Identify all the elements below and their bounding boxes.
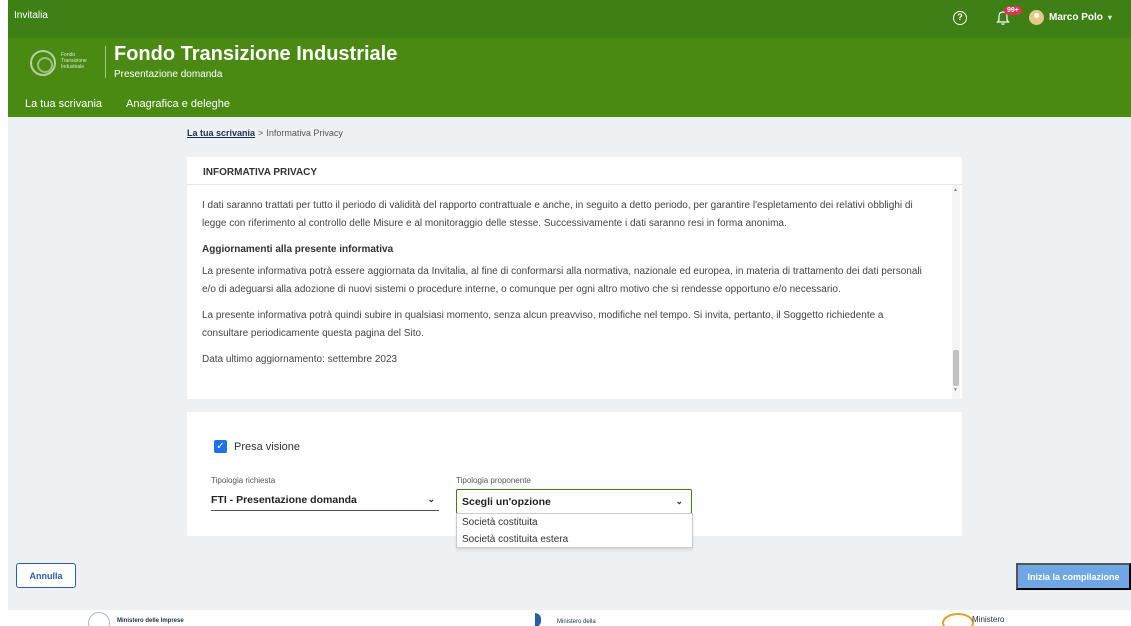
help-icon[interactable]: ? — [953, 11, 967, 25]
privacy-scroll-area[interactable]: I dati saranno trattati per tutto il per… — [187, 185, 962, 399]
main-nav: La tua scrivania Anagrafica e deleghe — [25, 98, 230, 110]
tipologia-proponente-select[interactable]: Scegli un'opzione ⌄ — [456, 489, 692, 514]
cancel-button[interactable]: Annulla — [16, 563, 76, 588]
scrollbar-thumb[interactable] — [953, 350, 959, 386]
fondo-logo-icon — [30, 50, 56, 76]
ministry-logo-icon — [942, 613, 974, 626]
checkbox-label: Presa visione — [234, 440, 301, 453]
chevron-down-icon: ⌄ — [675, 496, 683, 506]
footer-logos: Ministero delle Imprese Ministero della … — [8, 610, 1131, 626]
privacy-paragraph: I dati saranno trattati per tutto il per… — [202, 200, 913, 229]
tipologia-proponente-placeholder: Scegli un'opzione — [462, 495, 551, 508]
breadcrumb-current: Informativa Privacy — [266, 128, 343, 138]
chevron-down-icon: ⌄ — [427, 494, 435, 504]
app-header: Fondo Transizione Industriale Fondo Tran… — [8, 38, 1131, 117]
app-subtitle: Presentazione domanda — [114, 69, 223, 80]
scroll-up-icon[interactable]: ▲ — [953, 187, 958, 193]
privacy-paragraph: La presente informativa potrà quindi sub… — [202, 310, 884, 339]
user-menu[interactable]: Marco Polo ▾ — [1029, 10, 1112, 25]
scroll-down-icon[interactable]: ▼ — [953, 387, 958, 393]
option-societa-costituita[interactable]: Società costituita — [457, 514, 692, 531]
header-divider — [105, 46, 106, 78]
option-societa-costituita-estera[interactable]: Società costituita estera — [457, 531, 692, 548]
privacy-paragraph: La presente informativa potrà essere agg… — [202, 266, 922, 295]
app-title: Fondo Transizione Industriale — [114, 43, 398, 65]
breadcrumb: La tua scrivania > Informativa Privacy — [187, 128, 343, 138]
avatar — [1029, 10, 1044, 25]
tipologia-richiesta-field: Tipologia richiesta FTI - Presentazione … — [211, 476, 439, 511]
top-bar: Invitalia ? 99+ Marco Polo ▾ — [8, 0, 1131, 38]
privacy-last-update: Data ultimo aggiornamento: settembre 202… — [202, 354, 398, 365]
start-compilation-button[interactable]: Inizia la compilazione — [1016, 563, 1131, 590]
nav-item-anagrafica[interactable]: Anagrafica e deleghe — [126, 98, 230, 110]
tipologia-proponente-field: Tipologia proponente Scegli un'opzione ⌄ — [456, 476, 692, 514]
logo-text: Fondo Transizione Industriale — [61, 52, 87, 70]
chevron-down-icon: ▾ — [1107, 13, 1112, 22]
breadcrumb-separator: > — [258, 128, 264, 138]
privacy-card: INFORMATIVA PRIVACY I dati saranno tratt… — [187, 157, 962, 399]
footer-logo-label: Ministero — [972, 615, 1005, 624]
presa-visione-checkbox[interactable]: ✓ Presa visione — [214, 440, 300, 453]
tipologia-proponente-label: Tipologia proponente — [456, 476, 531, 485]
tipologia-richiesta-select[interactable]: FTI - Presentazione domanda ⌄ — [211, 489, 439, 511]
ministry-logo-icon — [535, 613, 541, 626]
footer-logo-label: Ministero della — [557, 619, 596, 625]
checkbox-checked-icon[interactable]: ✓ — [214, 440, 227, 453]
brand-label[interactable]: Invitalia — [14, 10, 48, 21]
notification-badge: 99+ — [1004, 6, 1022, 15]
nav-item-scrivania[interactable]: La tua scrivania — [25, 98, 102, 110]
ministry-emblem-icon — [88, 612, 110, 626]
tipologia-richiesta-label: Tipologia richiesta — [211, 476, 276, 485]
footer-logo-label: Ministero delle Imprese — [117, 618, 184, 624]
tipologia-richiesta-value: FTI - Presentazione domanda — [211, 493, 357, 506]
scrollbar[interactable]: ▲ ▼ — [952, 185, 960, 399]
tipologia-proponente-options: Società costituita Società costituita es… — [456, 513, 693, 548]
user-name: Marco Polo — [1049, 12, 1103, 23]
breadcrumb-home-link[interactable]: La tua scrivania — [187, 128, 255, 138]
privacy-heading: INFORMATIVA PRIVACY — [187, 157, 962, 185]
privacy-section-title: Aggiornamenti alla presente informativa — [202, 244, 394, 255]
